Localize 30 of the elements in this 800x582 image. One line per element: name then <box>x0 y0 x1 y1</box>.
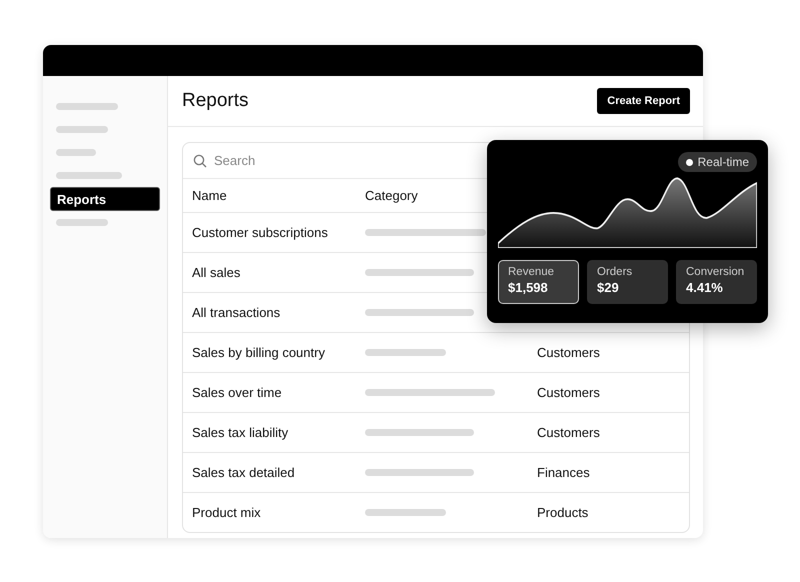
stat-tile[interactable]: Conversion 4.41% <box>676 260 757 304</box>
page-title: Reports <box>182 90 249 112</box>
search-icon <box>193 154 207 168</box>
table-cell-text: Product mix <box>192 505 262 520</box>
table-cell-text: All transactions <box>192 305 282 320</box>
table-cell-text: Sales tax detailed <box>192 465 296 480</box>
column-header: Name <box>192 188 228 203</box>
table-cell: Finances <box>537 465 590 480</box>
stat-tile[interactable]: Revenue $1,598 <box>498 260 579 304</box>
table-cell: Customers <box>537 425 600 440</box>
table-cell: Customers <box>537 385 600 400</box>
placeholder-bar <box>56 219 108 226</box>
table-cell-text: Sales tax liability <box>192 425 290 440</box>
table-cell-text: Sales over time <box>192 385 283 400</box>
table-cell-text: Customer subscriptions <box>192 225 329 240</box>
column-header: Category <box>365 188 419 203</box>
table-cell: Customers <box>537 345 600 360</box>
sidebar-item[interactable]: Reports <box>50 187 160 211</box>
create-report-button[interactable]: Create Report <box>597 88 690 114</box>
placeholder-bar <box>56 172 122 179</box>
placeholder-bar <box>56 103 118 110</box>
search-field[interactable]: Search <box>214 153 474 168</box>
badge-label: Real-time <box>698 155 749 169</box>
table-cell-text: Sales by billing country <box>192 345 326 360</box>
table-cell: Products <box>537 505 588 520</box>
stat-tile[interactable]: Orders $29 <box>587 260 668 304</box>
dot-icon <box>686 158 693 166</box>
placeholder-bar <box>56 126 108 133</box>
table-cell-text: All sales <box>192 265 242 280</box>
placeholder-bar <box>56 149 96 156</box>
